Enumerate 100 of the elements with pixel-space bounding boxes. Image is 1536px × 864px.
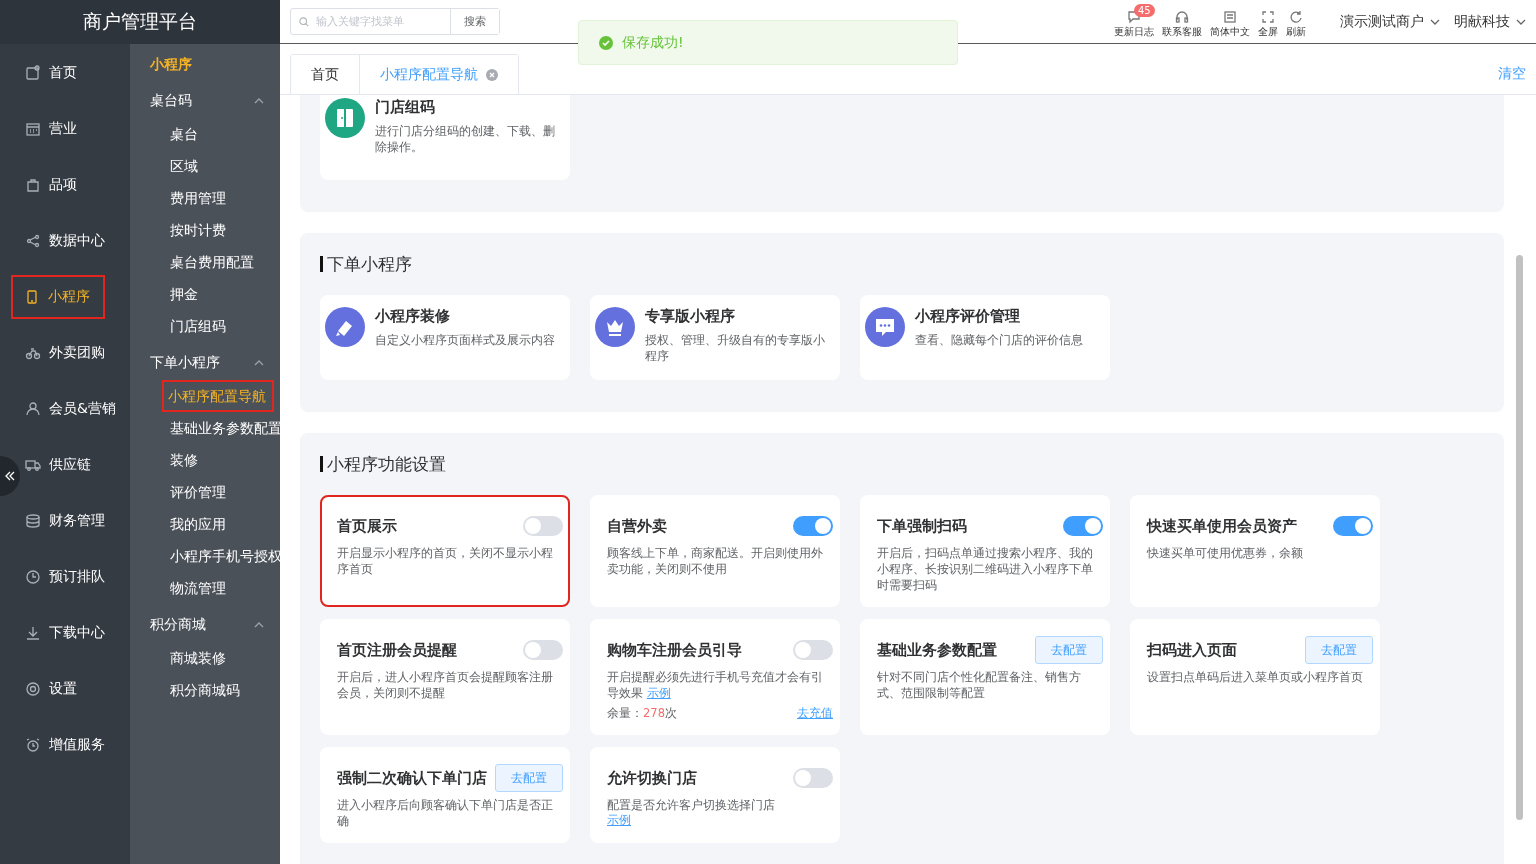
count-badge: 45 (1134, 4, 1155, 17)
nav-item[interactable]: 品项 (21, 157, 127, 213)
account-dropdown[interactable]: 明献科技 (1454, 12, 1526, 31)
submenu-item[interactable]: 按时计费 (130, 214, 280, 246)
setting-title: 扫码进入页面 (1147, 640, 1237, 660)
submenu-item[interactable]: 桌台费用配置 (130, 246, 280, 278)
toolbar-button[interactable]: 全屏 (1258, 4, 1278, 39)
setting-title: 首页展示 (337, 516, 397, 536)
feature-card[interactable]: 门店组码 进行门店分组码的创建、下载、删除操作。 (320, 95, 570, 180)
submenu-item[interactable]: 评价管理 (130, 476, 280, 508)
setting-description: 开启后，扫码点单通过搜索小程序、我的小程序、长按识别二维码进入小程序下单时需要扫码 (877, 545, 1094, 593)
setting-title: 下单强制扫码 (877, 516, 967, 536)
submenu-item[interactable]: 装修 (130, 444, 280, 476)
feature-card[interactable]: 小程序装修 自定义小程序页面样式及展示内容 (320, 295, 570, 380)
toggle-switch[interactable] (523, 516, 563, 536)
toolbar-button[interactable]: 更新日志 45 (1114, 4, 1154, 39)
caret-icon (1516, 18, 1526, 25)
setting-title: 快速买单使用会员资产 (1147, 516, 1297, 536)
truck-icon (25, 457, 41, 473)
nav-item[interactable]: 外卖团购 (21, 325, 127, 381)
toggle-switch[interactable] (793, 516, 833, 536)
setting-title: 基础业务参数配置 (877, 640, 997, 660)
submenu-item[interactable]: 小程序配置导航 (162, 380, 274, 412)
toggle-switch[interactable] (1063, 516, 1103, 536)
submenu-group[interactable]: 积分商城 (130, 608, 280, 642)
submenu-item[interactable]: 小程序手机号授权 (130, 540, 280, 572)
nav-item[interactable]: 增值服务 (21, 717, 127, 773)
setting-description: 开启提醒必须先进行手机号充值才会有引导效果 示例 (607, 669, 824, 701)
nav-item[interactable]: 数据中心 (21, 213, 127, 269)
nav-item[interactable]: 下载中心 (21, 605, 127, 661)
section-title: 小程序功能设置 (327, 452, 446, 476)
nav-item[interactable]: 首页 (21, 45, 127, 101)
nav-item[interactable]: 会员&营销 (21, 381, 127, 437)
fullscreen-icon (1261, 10, 1275, 24)
download-icon (25, 625, 41, 641)
submenu-item[interactable]: 商城装修 (130, 642, 280, 674)
bicycle-icon (25, 345, 41, 361)
close-icon[interactable] (486, 68, 498, 81)
nav-item[interactable]: 供应链 (21, 437, 127, 493)
setting-title: 购物车注册会员引导 (607, 640, 742, 660)
account-name: 明献科技 (1454, 12, 1510, 31)
nav-item[interactable]: 设置 (21, 661, 127, 717)
toggle-switch[interactable] (523, 640, 563, 660)
calendar-icon (25, 121, 41, 137)
nav-item[interactable]: 营业 (21, 101, 127, 157)
submenu-item[interactable]: 桌台 (130, 118, 280, 150)
account-name: 演示测试商户 (1340, 12, 1424, 31)
setting-description: 开启显示小程序的首页，关闭不显示小程序首页 (337, 545, 554, 577)
submenu-item[interactable]: 我的应用 (130, 508, 280, 540)
feature-card[interactable]: 专享版小程序 授权、管理、升级自有的专享版小程序 (590, 295, 840, 380)
user-icon (25, 401, 41, 417)
card-description: 查看、隐藏每个门店的评价信息 (915, 332, 1083, 348)
phone-icon (24, 289, 40, 305)
card-title: 小程序装修 (375, 307, 451, 326)
submenu-group[interactable]: 桌台码 (130, 84, 280, 118)
chevron-up-icon (254, 360, 264, 366)
settings-icon (25, 681, 41, 697)
setting-description: 顾客线上下单，商家配送。开启则使用外卖功能，关闭则不使用 (607, 545, 824, 577)
setting-title: 强制二次确认下单门店 (337, 768, 487, 788)
setting-description: 针对不同门店个性化配置备注、销售方式、范围限制等配置 (877, 669, 1082, 701)
setting-title: 允许切换门店 (607, 768, 697, 788)
database-icon (25, 513, 41, 529)
nav-item[interactable]: 预订排队 (21, 549, 127, 605)
scrollbar-thumb[interactable] (1516, 255, 1523, 820)
search-icon (299, 15, 309, 28)
feature-card[interactable]: 小程序评价管理 查看、隐藏每个门店的评价信息 (860, 295, 1110, 380)
toast-message: 保存成功! (622, 33, 684, 52)
document-icon (1223, 10, 1237, 24)
card-title: 门店组码 (375, 98, 436, 117)
quota-text: 余量：278次 (607, 706, 677, 721)
toolbar-button[interactable]: 刷新 (1286, 4, 1306, 39)
nav-item[interactable]: 小程序 (11, 275, 105, 319)
card-description: 进行门店分组码的创建、下载、删除操作。 (375, 123, 556, 155)
setting-description: 开启后，进人小程序首页会提醒顾客注册会员，关闭则不提醒 (337, 669, 554, 701)
clock-icon (25, 569, 41, 585)
submenu-title: 小程序 (149, 56, 193, 74)
nav-item[interactable]: 财务管理 (21, 493, 127, 549)
card-description: 授权、管理、升级自有的专享版小程序 (645, 332, 826, 364)
account-dropdown[interactable]: 演示测试商户 (1340, 12, 1440, 31)
submenu-item[interactable]: 押金 (130, 278, 280, 310)
submenu-item[interactable]: 区域 (130, 150, 280, 182)
setting-description: 快速买单可使用优惠券，余额 (1147, 545, 1304, 561)
submenu-item[interactable]: 物流管理 (130, 572, 280, 604)
submenu-item[interactable]: 基础业务参数配置 (130, 412, 280, 444)
headset-icon (1175, 10, 1189, 24)
bag-icon (25, 177, 41, 193)
double-chevron-icon (4, 470, 16, 482)
submenu-group[interactable]: 下单小程序 (130, 346, 280, 380)
submenu-item[interactable]: 费用管理 (130, 182, 280, 214)
setting-description: 配置是否允许客户切换选择门店 (607, 797, 776, 813)
toggle-switch[interactable] (793, 768, 833, 788)
caret-icon (1430, 18, 1440, 25)
submenu-item[interactable]: 门店组码 (130, 310, 280, 342)
chevron-up-icon (254, 98, 264, 104)
submenu-item[interactable]: 积分商城码 (130, 674, 280, 706)
toolbar-button[interactable]: 简体中文 (1210, 4, 1250, 39)
toggle-switch[interactable] (1333, 516, 1373, 536)
toolbar-button[interactable]: 联系客服 (1162, 4, 1202, 39)
home-icon (25, 65, 41, 81)
toggle-switch[interactable] (793, 640, 833, 660)
